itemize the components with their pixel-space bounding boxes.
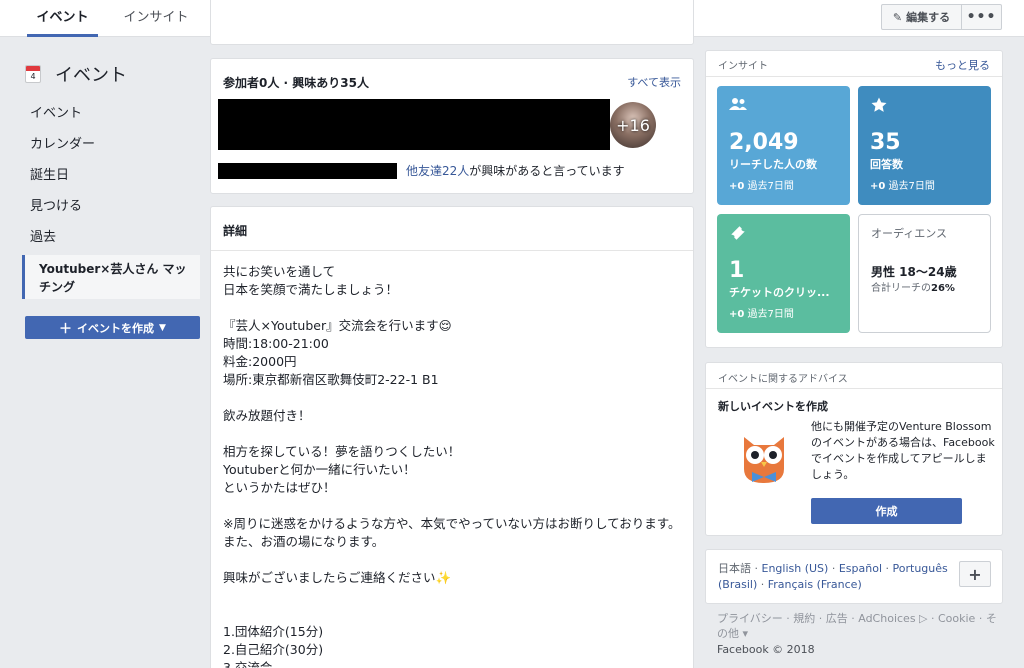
sidebar-item-discover[interactable]: 見つける <box>30 197 82 217</box>
sidebar-item-birthdays[interactable]: 誕生日 <box>30 166 69 186</box>
reach-delta: +0 過去7日間 <box>729 181 794 192</box>
friends-text: が興味があると言っています <box>469 164 625 178</box>
friends-interested-text: 他友達22人が興味があると言っています <box>406 163 625 179</box>
attendance-card: 参加者0人 · 興味あり35人 すべて表示 +16 他友達22人が興味があると言… <box>210 58 694 194</box>
audience-title: オーディエンス <box>871 227 948 240</box>
calendar-day: 4 <box>30 72 36 81</box>
redacted-avatars <box>218 99 610 150</box>
insights-card: インサイト もっと見る 2,049 リーチした人の数 +0 過去7日間 35 回… <box>705 50 1003 348</box>
responses-label: 回答数 <box>870 158 903 171</box>
event-header-card <box>210 0 694 45</box>
pencil-icon: ✎ <box>892 10 903 24</box>
calendar-icon: 4 <box>25 65 41 83</box>
attendance-title: 参加者0人 · 興味あり35人 <box>223 76 369 90</box>
edit-button-label: 編集する <box>906 11 951 24</box>
details-card: 詳細 共にお笑いを通して 日本を笑顔で満たしましょう！ 『芸人×Youtuber… <box>210 206 694 668</box>
tickets-delta: +0 過去7日間 <box>729 309 794 320</box>
create-event-label: イベントを作成 <box>77 321 155 335</box>
create-button[interactable]: 作成 <box>811 498 962 524</box>
advice-header: イベントに関するアドバイス <box>706 363 1002 389</box>
reach-label: リーチした人の数 <box>729 158 817 171</box>
details-body: 共にお笑いを通して 日本を笑顔で満たしましょう！ 『芸人×Youtuber』交流… <box>223 264 681 668</box>
footer-copyright: Facebook © 2018 <box>717 643 815 656</box>
sidebar-item-calendar[interactable]: カレンダー <box>30 135 95 155</box>
tickets-tile[interactable]: 1 チケットのクリッ... +0 過去7日間 <box>717 214 850 333</box>
footer-links[interactable]: プライバシー · 規約 · 広告 · AdChoices ▷ · Cookie … <box>717 611 1007 641</box>
insights-title: インサイト <box>718 61 768 72</box>
see-more-link[interactable]: もっと見る <box>935 57 990 73</box>
more-icon: ••• <box>966 9 997 25</box>
star-icon <box>870 96 979 118</box>
redacted-names <box>218 163 397 179</box>
friends-link[interactable]: 他友達22人 <box>406 164 469 178</box>
advice-title: 新しいイベントを作成 <box>718 400 828 413</box>
details-title: 詳細 <box>211 207 693 251</box>
ticket-icon <box>729 224 838 246</box>
language-list: 日本語 · English (US) · Español · Português… <box>718 562 948 591</box>
language-spanish[interactable]: Español <box>839 562 882 575</box>
reach-value: 2,049 <box>729 130 799 155</box>
plus-icon: ＋ <box>59 322 73 337</box>
create-event-button[interactable]: ＋ イベントを作成 ▼ <box>25 316 200 339</box>
edit-button[interactable]: ✎ 編集する <box>881 4 962 30</box>
audience-sub: 合計リーチの26% <box>871 283 955 294</box>
tickets-label: チケットのクリッ... <box>729 286 830 299</box>
advice-card: イベントに関するアドバイス 新しいイベントを作成 他にも開催予定のVenture… <box>705 362 1003 536</box>
more-attendees-avatar[interactable]: +16 <box>610 102 656 148</box>
add-language-button[interactable]: + <box>959 561 991 587</box>
language-english[interactable]: English (US) <box>762 562 829 575</box>
tickets-value: 1 <box>729 258 745 283</box>
more-options-button[interactable]: ••• <box>962 4 1002 30</box>
sidebar-title: 4 イベント <box>25 62 127 86</box>
people-icon <box>729 96 838 118</box>
responses-value: 35 <box>870 130 901 155</box>
see-all-link[interactable]: すべて表示 <box>627 74 681 90</box>
sidebar-item-current-event[interactable]: Youtuber×芸人さん マッチング <box>22 255 200 299</box>
audience-tile[interactable]: オーディエンス 男性 18〜24歳 合計リーチの26% <box>858 214 991 333</box>
tab-insights[interactable]: インサイト <box>113 0 199 37</box>
current-language: 日本語 <box>718 562 751 575</box>
responses-delta: +0 過去7日間 <box>870 181 935 192</box>
sidebar-title-label: イベント <box>55 65 127 86</box>
responses-tile[interactable]: 35 回答数 +0 過去7日間 <box>858 86 991 205</box>
owl-icon <box>736 429 792 489</box>
advice-text: 他にも開催予定のVenture Blossomのイベントがある場合は、Faceb… <box>811 420 995 481</box>
sidebar-item-past[interactable]: 過去 <box>30 228 56 248</box>
language-card: 日本語 · English (US) · Español · Português… <box>705 549 1003 604</box>
caret-down-icon: ▼ <box>159 322 166 333</box>
language-french[interactable]: Français (France) <box>768 578 862 591</box>
tab-events[interactable]: イベント <box>27 0 98 37</box>
audience-main: 男性 18〜24歳 <box>871 265 957 279</box>
sidebar-item-events[interactable]: イベント <box>30 104 82 124</box>
reach-tile[interactable]: 2,049 リーチした人の数 +0 過去7日間 <box>717 86 850 205</box>
